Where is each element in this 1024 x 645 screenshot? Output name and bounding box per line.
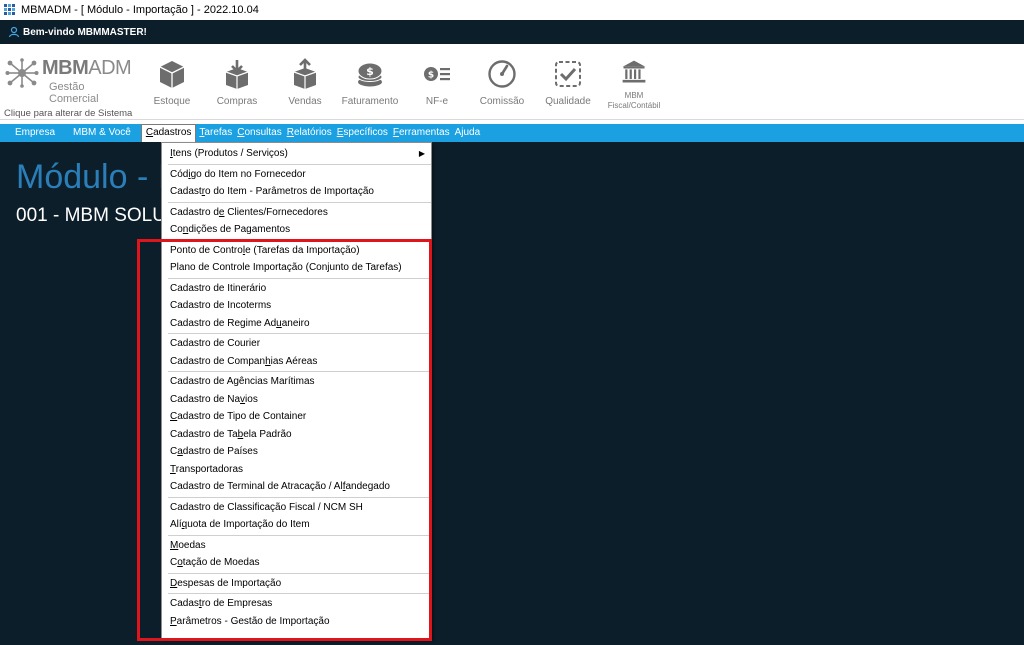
dropdown-item[interactable]: Transportadoras xyxy=(162,461,431,479)
dropdown-item[interactable]: Cotação de Moedas xyxy=(162,554,431,572)
coins-icon: $ xyxy=(357,62,383,87)
dropdown-item[interactable]: Cadastro de Terminal de Atracação / Alfa… xyxy=(162,478,431,496)
menu-bar: Empresa MBM & Você Cadastros Tarefas Con… xyxy=(0,124,1024,142)
dropdown-item[interactable]: Cadastro de Incoterms xyxy=(162,297,431,315)
toolbar-label: Qualidade xyxy=(545,96,591,107)
box-out-icon xyxy=(293,58,317,89)
dropdown-item[interactable]: Cadastro de Navios xyxy=(162,391,431,409)
box-icon xyxy=(159,61,185,88)
dropdown-item[interactable]: Cadastro de Empresas xyxy=(162,595,431,613)
nfe-list-icon: $ xyxy=(424,67,450,81)
mbm-logo[interactable]: MBMADM Gestão Comercial xyxy=(5,56,135,105)
menu-separator xyxy=(168,496,431,498)
dropdown-item[interactable]: Cadastro do Item - Parâmetros de Importa… xyxy=(162,183,431,201)
toolbar-label: Compras xyxy=(216,96,258,107)
logo-subtitle: Gestão Comercial xyxy=(49,81,99,105)
toolbar-nfe-button[interactable]: $ NF-e xyxy=(405,55,469,117)
menu-relatorios[interactable]: Relatórios xyxy=(286,124,336,142)
user-icon xyxy=(8,26,20,38)
dropdown-item[interactable]: Itens (Produtos / Serviços) ▶ xyxy=(162,145,431,163)
window-titlebar: MBMADM - [ Módulo - Importação ] - 2022.… xyxy=(0,0,1024,20)
menu-tarefas[interactable]: Tarefas xyxy=(196,124,236,142)
welcome-bar: Bem-vindo MBMMASTER! xyxy=(0,20,1024,44)
dropdown-item[interactable]: Parâmetros - Gestão de Importação xyxy=(162,613,431,631)
toolbar-compras-button[interactable]: Compras xyxy=(205,55,269,117)
logo-network-icon xyxy=(5,58,39,88)
dropdown-item[interactable]: Alíquota de Importação do Item xyxy=(162,516,431,534)
cadastros-dropdown-menu: Itens (Produtos / Serviços) ▶ Código do It… xyxy=(161,142,432,639)
dropdown-item[interactable]: Código do Item no Fornecedor xyxy=(162,166,431,184)
gauge-icon xyxy=(488,60,516,88)
toolbar-label: MBM Fiscal/Contábil xyxy=(607,91,661,110)
svg-text:$: $ xyxy=(428,71,434,81)
dropdown-item[interactable]: Cadastro de Itinerário xyxy=(162,280,431,298)
menu-mbm-voce[interactable]: MBM & Você xyxy=(69,124,135,142)
toolbar-comissao-button[interactable]: Comissão xyxy=(470,55,534,117)
box-in-icon xyxy=(225,60,249,89)
toolbar-label: Estoque xyxy=(153,96,191,107)
toolbar-label: NF-e xyxy=(425,96,449,107)
menu-cadastros[interactable]: Cadastros xyxy=(140,124,197,142)
menu-especificos[interactable]: Específicos xyxy=(336,124,392,142)
menu-separator xyxy=(168,163,431,165)
dropdown-item[interactable]: Cadastro de Clientes/Fornecedores xyxy=(162,204,431,222)
toolbar-label: Faturamento xyxy=(341,96,399,107)
dropdown-item[interactable]: Cadastro de Tabela Padrão xyxy=(162,426,431,444)
menu-separator xyxy=(168,239,431,241)
dropdown-item[interactable]: Cadastro de Companhias Aéreas xyxy=(162,353,431,371)
svg-text:$: $ xyxy=(366,65,374,78)
menu-separator xyxy=(168,201,431,203)
toolbar-faturamento-button[interactable]: $ Faturamento xyxy=(338,55,402,117)
checkbox-icon xyxy=(555,61,581,87)
app-icon xyxy=(4,4,16,16)
toolbar-estoque-button[interactable]: Estoque xyxy=(140,55,204,117)
menu-empresa[interactable]: Empresa xyxy=(11,124,59,142)
dropdown-item[interactable]: Despesas de Importação xyxy=(162,575,431,593)
main-workspace: Módulo - Importação 001 - MBM SOLUÇÕES xyxy=(0,142,1024,645)
menu-separator xyxy=(168,371,431,372)
dropdown-item[interactable]: Condições de Pagamentos xyxy=(162,221,431,239)
menu-ferramentas[interactable]: Ferramentas xyxy=(392,124,454,142)
dropdown-item[interactable]: Cadastro de Países xyxy=(162,443,431,461)
toolbar-label: Vendas xyxy=(288,96,322,107)
dropdown-item[interactable]: Moedas xyxy=(162,537,431,555)
menu-separator xyxy=(168,333,431,334)
toolbar: MBMADM Gestão Comercial Clique para alte… xyxy=(0,44,1024,120)
welcome-text: Bem-vindo MBMMASTER! xyxy=(23,26,147,38)
dropdown-item[interactable]: Plano de Controle Importação (Conjunto d… xyxy=(162,259,431,277)
toolbar-label: Comissão xyxy=(479,96,525,107)
dropdown-item[interactable]: Cadastro de Agências Marítimas xyxy=(162,373,431,391)
menu-separator xyxy=(168,593,431,594)
menu-separator xyxy=(168,534,431,536)
logo-text: MBMADM xyxy=(42,57,132,79)
dropdown-item[interactable]: Cadastro de Courier xyxy=(162,335,431,353)
toolbar-qualidade-button[interactable]: Qualidade xyxy=(536,55,600,117)
menu-consultas[interactable]: Consultas xyxy=(236,124,285,142)
bank-icon xyxy=(622,60,646,83)
dropdown-item[interactable]: Ponto de Controle (Tarefas da Importação… xyxy=(162,242,431,260)
menu-separator xyxy=(168,572,431,574)
submenu-arrow-icon: ▶ xyxy=(418,149,425,158)
dropdown-item[interactable]: Cadastro de Tipo de Container xyxy=(162,408,431,426)
toolbar-vendas-button[interactable]: Vendas xyxy=(273,55,337,117)
menu-ajuda[interactable]: Ajuda xyxy=(454,124,485,142)
toolbar-mbm-fiscal-button[interactable]: MBM Fiscal/Contábil xyxy=(602,55,666,117)
dropdown-item[interactable]: Cadastro de Regime Aduaneiro xyxy=(162,315,431,333)
switch-system-link[interactable]: Clique para alterar de Sistema xyxy=(4,108,132,119)
menu-separator xyxy=(168,277,431,279)
dropdown-item[interactable]: Cadastro de Classificação Fiscal / NCM S… xyxy=(162,499,431,517)
window-title: MBMADM - [ Módulo - Importação ] - 2022.… xyxy=(21,4,259,16)
